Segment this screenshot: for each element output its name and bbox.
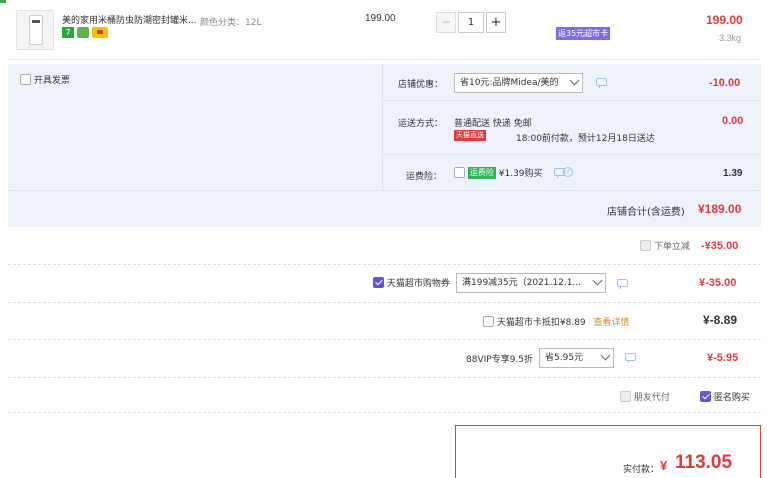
help-icon[interactable]: ? [563, 167, 573, 177]
delivery-eta: 18:00前付款，预计12月18日送达 [516, 134, 655, 144]
card-icon [91, 27, 108, 38]
shop-total-row: 店铺合计(含运费) ¥189.00 [8, 190, 761, 227]
delivery-amount: 0.00 [722, 115, 744, 127]
right-divider [382, 64, 383, 190]
delivery-label: 运送方式： [398, 119, 444, 129]
shop-discount-amount: -10.00 [709, 77, 741, 89]
product-title[interactable]: 美的家用米桶防虫防潮密封罐米... [62, 13, 197, 26]
anonymous-option[interactable]: 匿名购买 [700, 390, 750, 403]
product-spec: 颜色分类：12L [200, 18, 262, 28]
tmall-direct-tag: 天猫直送 [454, 130, 486, 141]
chevron-down-icon [569, 75, 580, 86]
shop-total-amount: ¥189.00 [698, 202, 742, 216]
tmall-direct-label: 天猫直送 [454, 130, 486, 141]
insurance-option[interactable]: 运费险 ¥1.39购买 [454, 166, 543, 179]
insurance-checkbox[interactable] [454, 167, 465, 178]
card-deduct-label: 天猫超市卡抵扣¥8.89 [496, 318, 586, 328]
top-corner-marker [0, 0, 6, 3]
invoice-option[interactable]: 开具发票 [20, 73, 70, 86]
product-image[interactable] [16, 10, 54, 50]
pay-label: 实付款： [623, 465, 660, 475]
order-discount-label: 下单立减 [653, 242, 690, 252]
shop-discount-value: 省10元:品牌Midea/美的 [460, 78, 559, 88]
coupon-option[interactable]: 天猫超市购物券 [373, 276, 450, 289]
increase-button[interactable]: + [486, 12, 506, 33]
delivery-method: 普通配送 快递 免邮 [454, 119, 532, 129]
number-badge: 7 [62, 27, 74, 38]
comment-icon[interactable] [617, 279, 628, 289]
anonymous-label: 匿名购买 [713, 393, 750, 403]
product-subtotal: 199.00 [706, 13, 743, 27]
coupon-label: 天猫超市购物券 [386, 279, 450, 289]
chevron-down-icon [592, 275, 603, 286]
vip-label: 88VIP专享9.5折 [466, 355, 534, 365]
shop-total-label: 店铺合计(含运费) [607, 207, 685, 218]
insurance-amount: 1.39 [723, 168, 743, 179]
pay-currency: ¥ [660, 458, 668, 473]
quantity-input[interactable]: 1 [458, 12, 484, 33]
product-badges: 7 [62, 27, 108, 39]
order-discount-amount: -¥35.00 [701, 240, 739, 252]
order-discount-row: 下单立减 [640, 239, 690, 252]
anonymous-checkbox[interactable] [700, 391, 711, 402]
insurance-tag: 运费险 [467, 166, 496, 179]
insurance-price-text: ¥1.39购买 [498, 169, 543, 179]
order-discount-checkbox [640, 240, 651, 251]
card-deduct-amount: ¥-8.89 [703, 313, 738, 327]
vip-amount: ¥-5.95 [707, 352, 739, 364]
shop-discount-select[interactable]: 省10元:品牌Midea/美的 [454, 73, 583, 93]
card-deduct-option[interactable]: 天猫超市卡抵扣¥8.89 查看详情 [483, 315, 630, 328]
coupon-value: 满199减35元（2021.12.1... [462, 278, 582, 288]
order-options-panel: 开具发票 店铺优惠： 省10元:品牌Midea/美的 -10.00 运送方式： … [8, 64, 761, 190]
vip-select[interactable]: 省5.95元 [539, 348, 614, 368]
vip-value: 省5.95元 [545, 353, 584, 363]
insurance-label: 运费险： [406, 172, 443, 182]
comment-icon[interactable] [596, 78, 607, 88]
friend-pay-label: 朋友代付 [633, 393, 670, 403]
pay-amount: 113.05 [675, 452, 733, 473]
coupon-checkbox[interactable] [373, 277, 384, 288]
unit-price: 199.00 [365, 13, 396, 24]
friend-pay-option[interactable]: 朋友代付 [620, 390, 670, 403]
chevron-down-icon [600, 350, 611, 361]
shop-discount-label: 店铺优惠： [398, 80, 444, 90]
promo-tag: 返35元超市卡 [556, 27, 611, 40]
quantity-stepper[interactable]: − 1 + [436, 12, 506, 33]
payment-summary-box: 实付款： ¥ 113.05 [455, 425, 761, 478]
coupon-amount: ¥-35.00 [699, 277, 737, 289]
card-deduct-checkbox[interactable] [483, 316, 494, 327]
invoice-checkbox[interactable] [20, 74, 31, 85]
product-row: 美的家用米桶防虫防潮密封罐米... 7 颜色分类：12L 199.00 − 1 … [8, 6, 761, 60]
leaf-icon [76, 27, 89, 38]
coupon-select[interactable]: 满199减35元（2021.12.1... [456, 273, 606, 293]
friend-pay-checkbox[interactable] [620, 391, 631, 402]
decrease-button[interactable]: − [436, 12, 456, 33]
product-weight: 3.3kg [719, 33, 742, 43]
comment-icon[interactable] [625, 353, 636, 363]
invoice-label: 开具发票 [33, 76, 70, 86]
card-deduct-details-link[interactable]: 查看详情 [594, 318, 630, 328]
